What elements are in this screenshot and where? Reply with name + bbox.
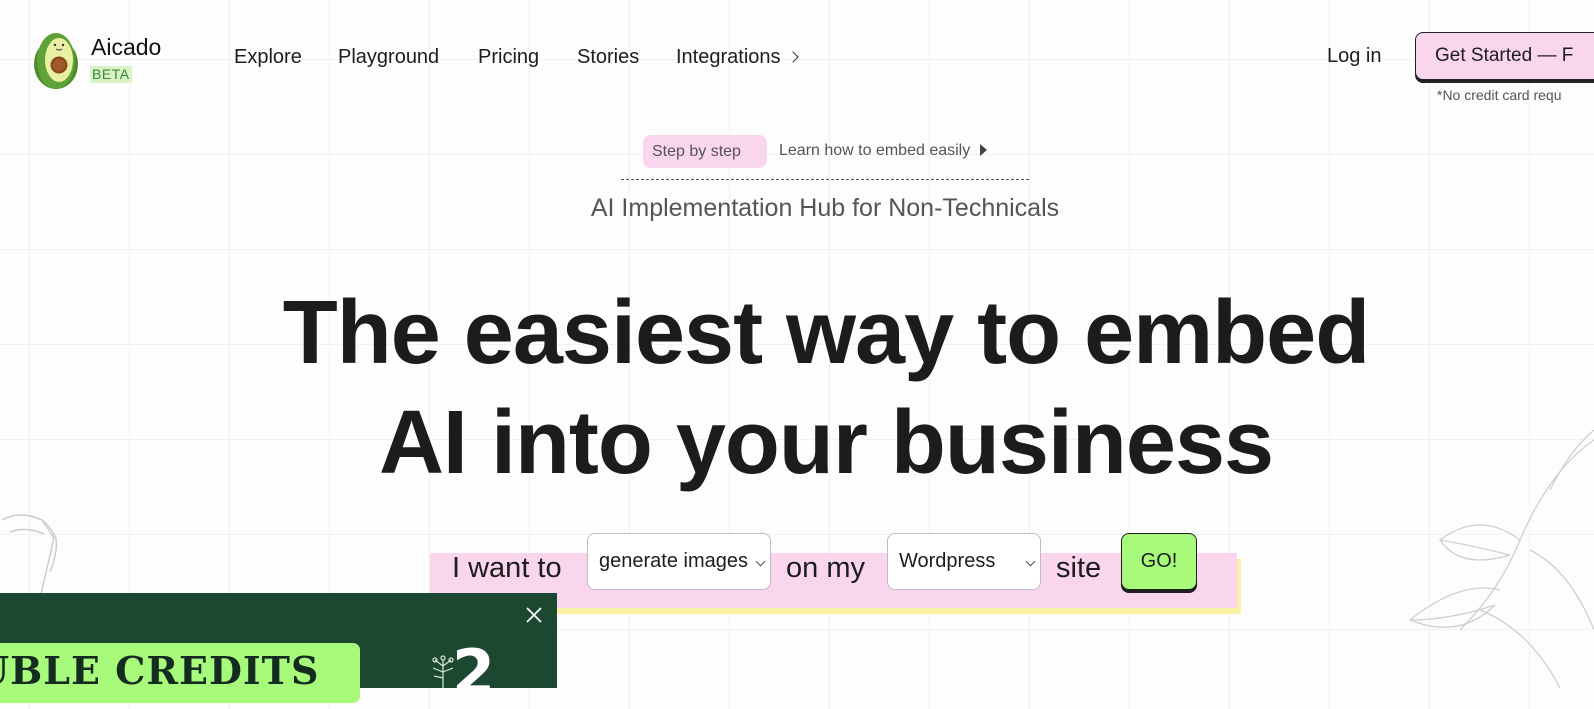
chevron-right-icon bbox=[786, 51, 799, 63]
step-by-step-pill: Step by step bbox=[643, 135, 767, 168]
brand-name[interactable]: Aicado bbox=[91, 34, 161, 61]
nav-integrations[interactable]: Integrations bbox=[676, 46, 799, 69]
leaf-sketch-icon bbox=[1408, 430, 1594, 688]
promo-number: 2 bbox=[452, 636, 496, 709]
dashed-divider bbox=[621, 179, 1029, 180]
nav-integrations-label: Integrations bbox=[676, 46, 781, 68]
promo-badge-text: UBLE CREDITS bbox=[0, 648, 320, 693]
nav-stories[interactable]: Stories bbox=[577, 46, 639, 69]
action-select[interactable]: generate images bbox=[587, 533, 771, 590]
action-select-value: generate images bbox=[599, 550, 748, 572]
close-icon[interactable] bbox=[525, 606, 543, 624]
beta-badge: BETA bbox=[90, 66, 132, 83]
chevron-down-icon bbox=[1025, 556, 1036, 567]
no-credit-card-note: *No credit card requ bbox=[1437, 87, 1562, 103]
platform-select-value: Wordpress bbox=[899, 550, 996, 572]
learn-embed-link[interactable]: Learn how to embed easily bbox=[779, 142, 988, 160]
nav-explore[interactable]: Explore bbox=[234, 46, 302, 69]
configurator-prefix: I want to bbox=[452, 552, 562, 584]
go-button[interactable]: GO! bbox=[1121, 533, 1197, 590]
play-triangle-icon bbox=[980, 144, 988, 156]
get-started-button[interactable]: Get Started — F bbox=[1415, 32, 1594, 80]
cup-sketch-icon bbox=[1, 514, 58, 599]
hero-line-2: AI into your business bbox=[378, 393, 1274, 493]
configurator-suffix: site bbox=[1056, 552, 1102, 584]
platform-select[interactable]: Wordpress bbox=[887, 533, 1041, 590]
nav-pricing[interactable]: Pricing bbox=[478, 46, 539, 69]
configurator-middle: on my bbox=[786, 552, 865, 584]
chevron-down-icon bbox=[755, 556, 766, 567]
learn-embed-label: Learn how to embed easily bbox=[779, 142, 971, 159]
login-link[interactable]: Log in bbox=[1327, 45, 1382, 68]
avocado-logo-icon[interactable] bbox=[33, 28, 79, 90]
hero-headline: The easiest way to embed AI into your bu… bbox=[0, 278, 1594, 498]
nav-playground[interactable]: Playground bbox=[338, 46, 439, 69]
hero-line-1: The easiest way to embed bbox=[282, 283, 1370, 383]
hub-subtitle: AI Implementation Hub for Non-Technicals bbox=[590, 194, 1060, 222]
